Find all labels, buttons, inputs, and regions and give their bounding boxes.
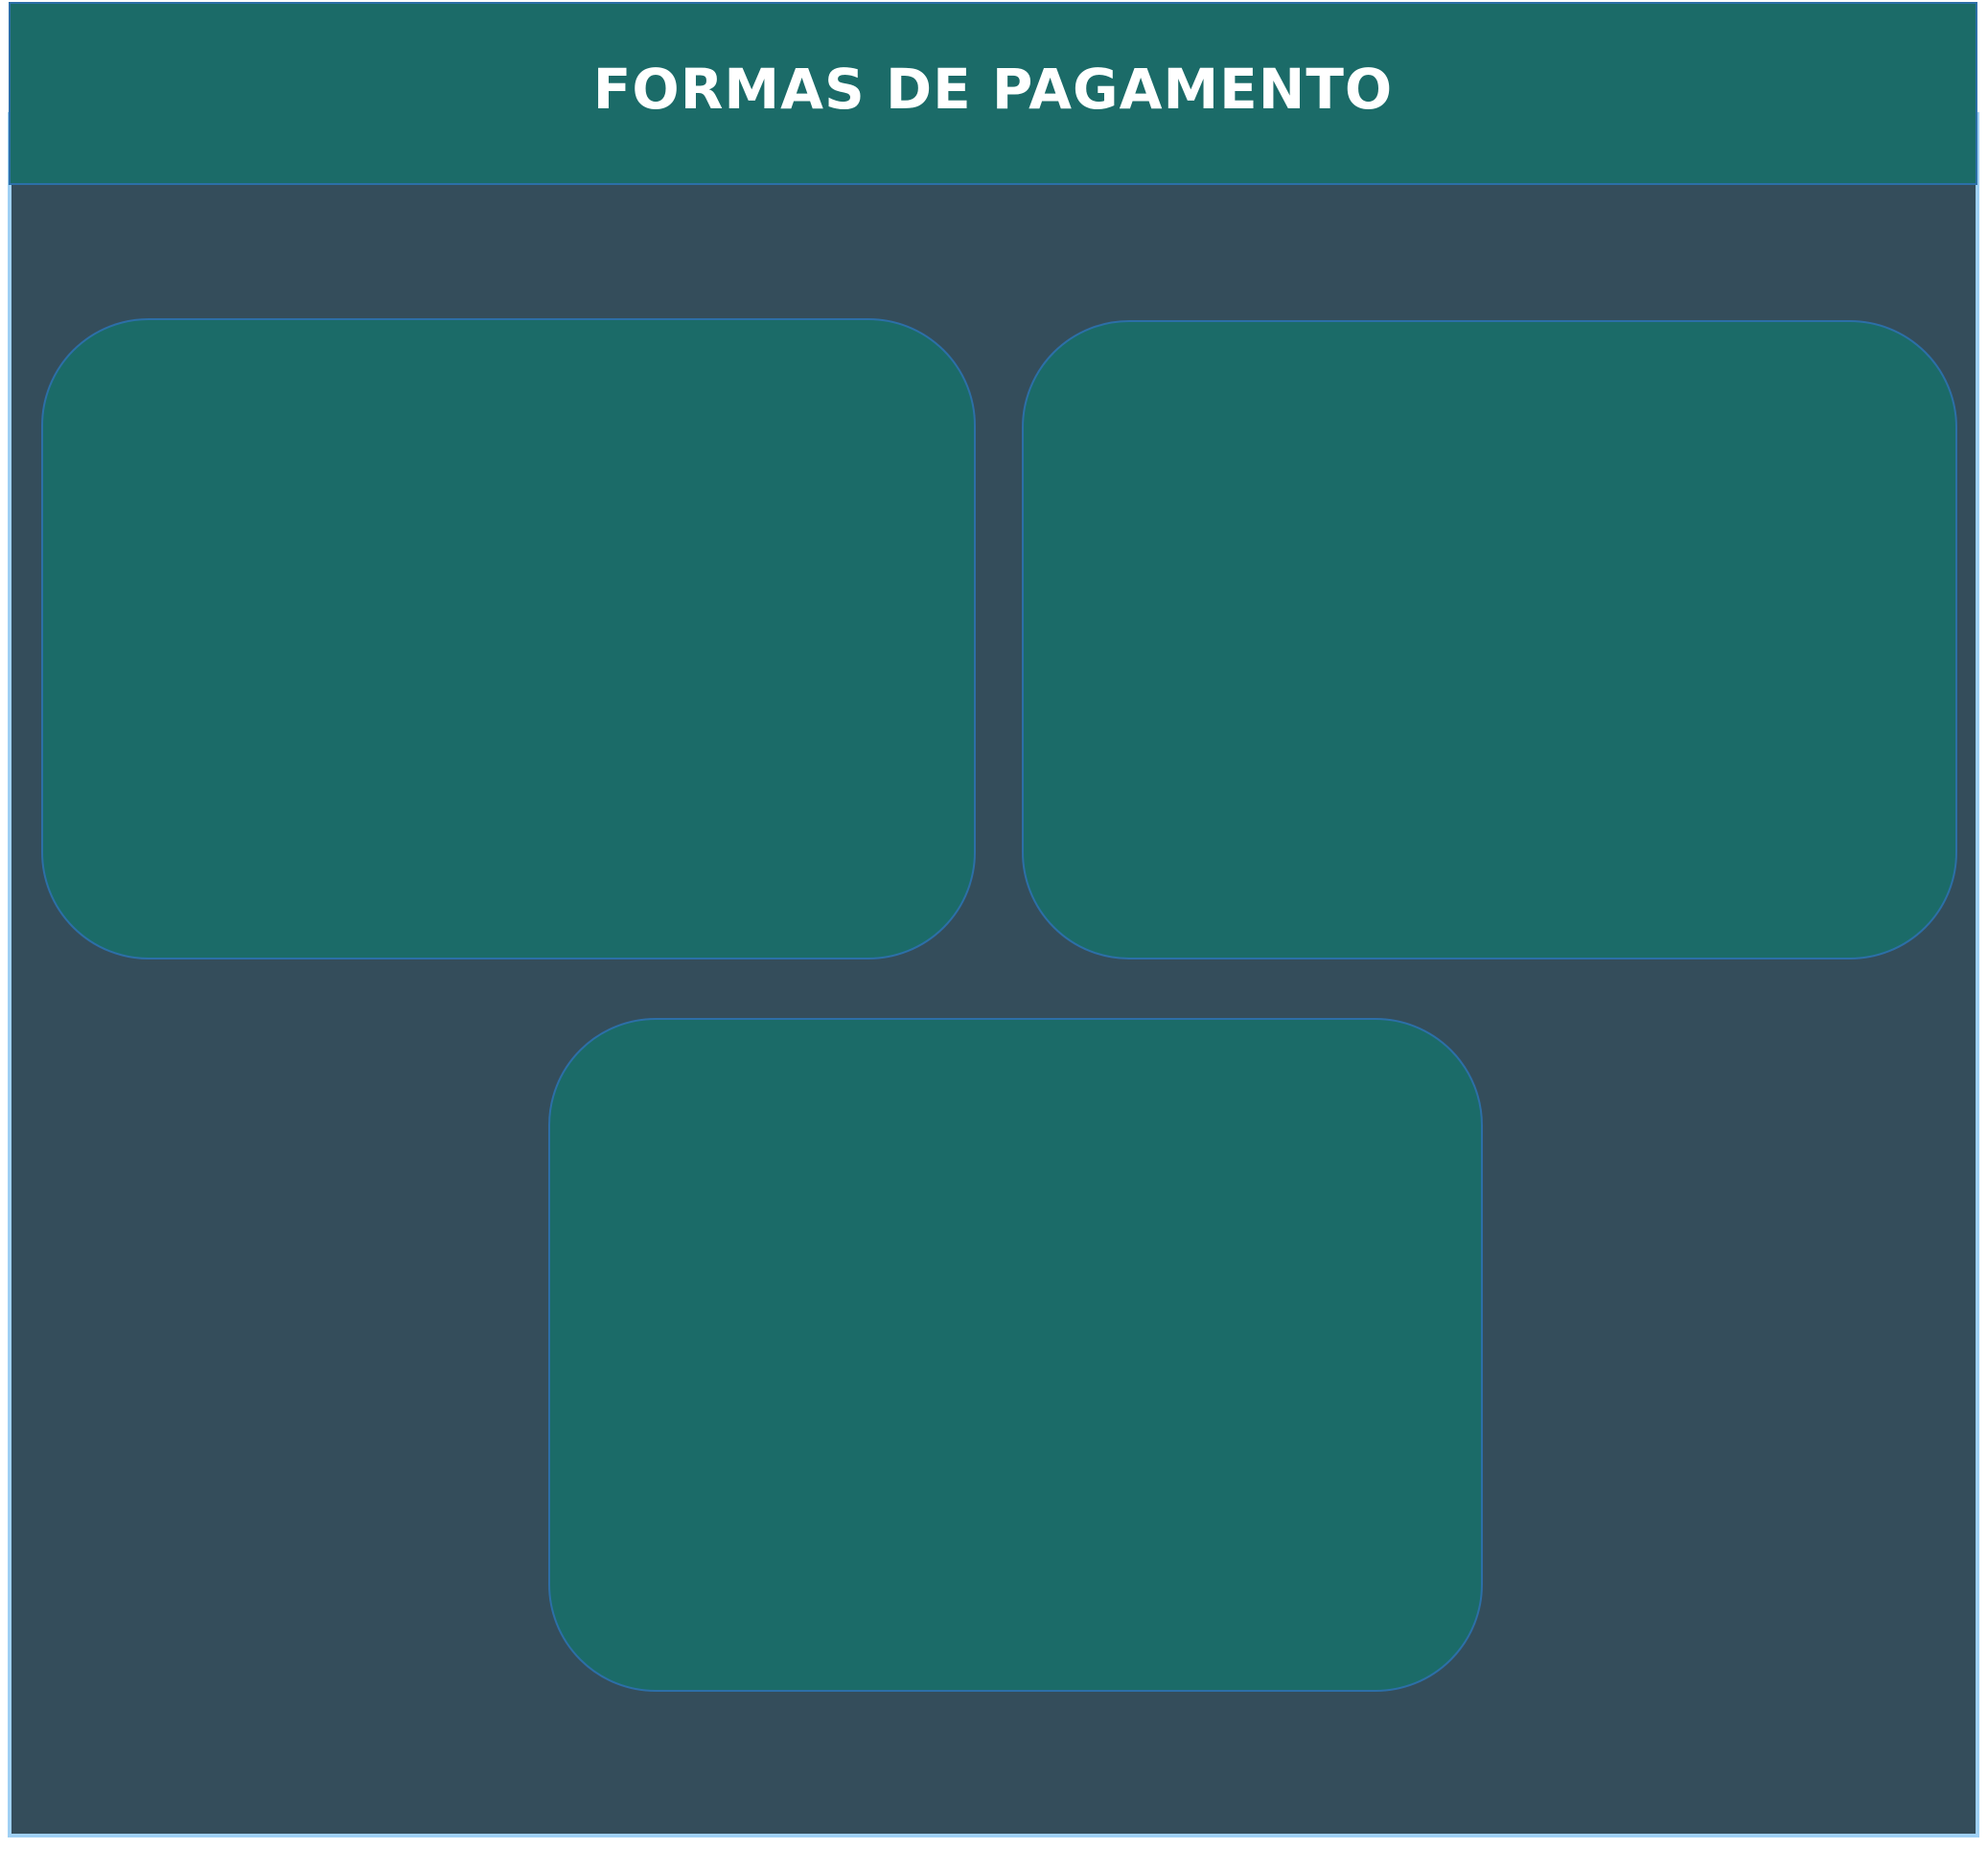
payment-card-2 <box>1022 320 1957 959</box>
page-title: FORMAS DE PAGAMENTO <box>592 56 1394 122</box>
header-bar: FORMAS DE PAGAMENTO <box>9 2 1977 185</box>
payment-card-3 <box>548 1018 1483 1692</box>
payment-card-1 <box>41 318 976 959</box>
